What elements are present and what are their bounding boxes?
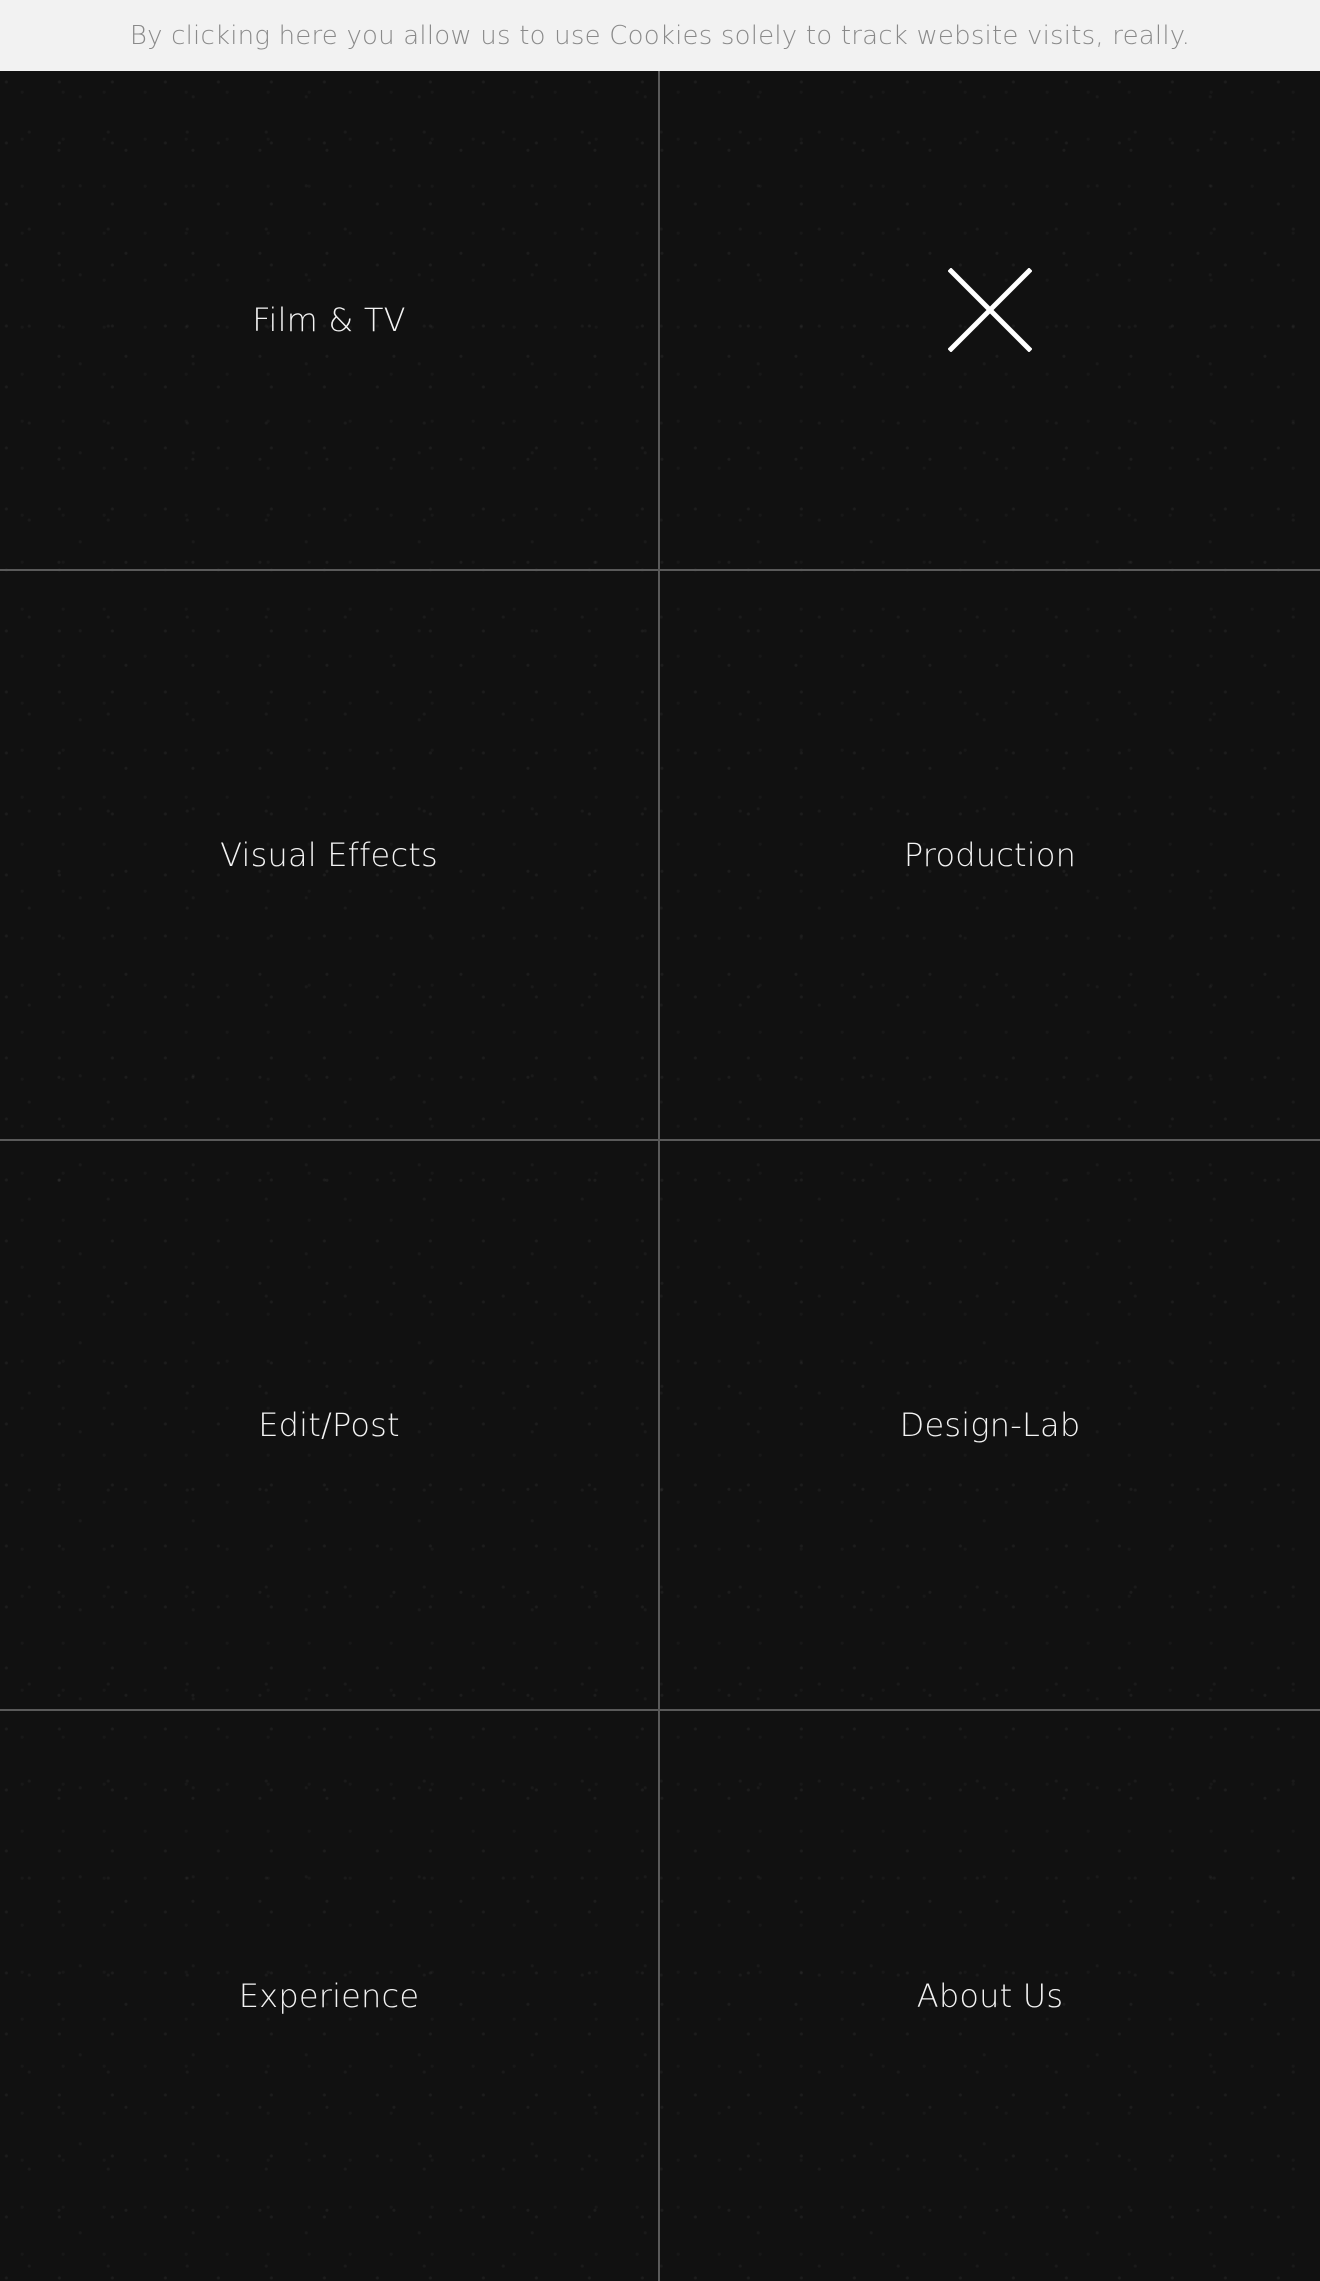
close-icon xyxy=(948,268,1032,352)
menu-item-experience-label: Experience xyxy=(238,1977,420,2015)
menu-item-about-us-label: About Us xyxy=(916,1977,1064,2015)
menu-item-experience[interactable]: Experience xyxy=(0,1711,660,2281)
menu-grid: Film & TV Visual Effects Production Edit… xyxy=(0,71,1320,2281)
menu-item-visual-effects-label: Visual Effects xyxy=(220,836,438,874)
cookie-notice-bar[interactable]: By clicking here you allow us to use Coo… xyxy=(0,0,1320,71)
menu-item-design-lab[interactable]: Design-Lab xyxy=(660,1141,1320,1711)
menu-item-visual-effects[interactable]: Visual Effects xyxy=(0,571,660,1141)
menu-item-film-tv[interactable]: Film & TV xyxy=(0,71,660,571)
menu-item-production-label: Production xyxy=(903,836,1077,874)
menu-item-edit-post-label: Edit/Post xyxy=(258,1406,400,1444)
menu-item-film-tv-label: Film & TV xyxy=(252,301,406,339)
cookie-notice-text: By clicking here you allow us to use Coo… xyxy=(129,20,1191,51)
menu-item-production[interactable]: Production xyxy=(660,571,1320,1141)
menu-item-about-us[interactable]: About Us xyxy=(660,1711,1320,2281)
close-menu-button[interactable] xyxy=(660,71,1320,571)
menu-item-design-lab-label: Design-Lab xyxy=(899,1406,1081,1444)
menu-item-edit-post[interactable]: Edit/Post xyxy=(0,1141,660,1711)
